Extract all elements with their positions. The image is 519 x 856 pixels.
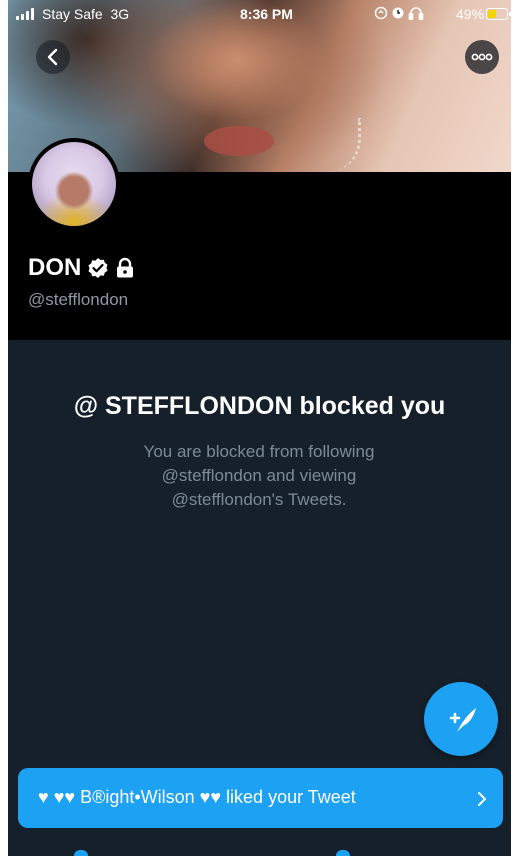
battery-icon xyxy=(486,8,511,20)
blocked-title: @ STEFFLONDON blocked you xyxy=(73,392,446,420)
back-button[interactable] xyxy=(36,40,70,74)
status-icons xyxy=(374,6,448,23)
avatar[interactable] xyxy=(28,138,120,230)
banner-photo-detail xyxy=(328,118,361,172)
tab-indicator xyxy=(336,850,350,856)
blocked-description: You are blocked from following @stefflon… xyxy=(143,442,375,509)
compose-tweet-icon xyxy=(449,708,476,732)
chevron-left-icon xyxy=(47,48,58,66)
orientation-lock-icon xyxy=(374,6,388,20)
more-horizontal-icon xyxy=(471,53,493,61)
toast-message: ♥ ♥♥ B®ight•Wilson ♥♥ liked your Tweet xyxy=(38,787,356,807)
profile-screen: Stay Safe 3G 8:36 PM 49% DON @stefflondo… xyxy=(8,0,511,856)
battery-percent: 49% xyxy=(456,6,485,22)
name-row: DON xyxy=(28,252,135,284)
battery-level xyxy=(488,10,496,18)
compose-tweet-button[interactable] xyxy=(424,682,498,756)
carrier-name: Stay Safe 3G xyxy=(42,6,130,22)
profile-handle: @stefflondon xyxy=(28,290,129,309)
tab-indicator xyxy=(74,850,88,856)
status-time: 8:36 PM xyxy=(240,6,293,22)
network-type: 3G xyxy=(110,6,130,22)
headphones-icon xyxy=(408,7,424,20)
alarm-icon xyxy=(392,7,404,19)
display-name: DON xyxy=(28,254,82,281)
avatar-image xyxy=(32,142,116,226)
more-options-button[interactable] xyxy=(465,40,499,74)
verified-icon xyxy=(88,258,108,278)
signal-icon xyxy=(16,8,38,20)
status-bar: Stay Safe 3G 8:36 PM 49% xyxy=(8,0,511,30)
notification-toast[interactable]: ♥ ♥♥ B®ight•Wilson ♥♥ liked your Tweet xyxy=(18,768,503,828)
lock-icon xyxy=(117,257,134,278)
banner-photo-detail xyxy=(204,126,274,156)
chevron-right-icon xyxy=(478,792,486,806)
